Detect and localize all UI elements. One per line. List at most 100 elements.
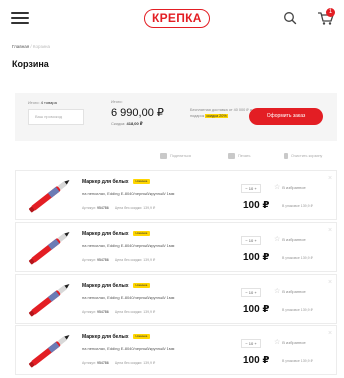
total-label: Итого:: [111, 99, 123, 104]
quantity-value: 10: [248, 290, 254, 295]
quantity-stepper[interactable]: − 10 +: [241, 339, 261, 348]
item-name-text: Маркер для белых: [82, 179, 129, 185]
items-count-line: Итого: 4 товара: [28, 100, 57, 105]
close-icon[interactable]: ×: [326, 330, 334, 338]
item-description: на пенсилах, Edding E-8040/черный/круглы…: [82, 295, 175, 300]
breadcrumb-home[interactable]: Главная: [12, 44, 29, 49]
print-button[interactable]: Печать: [228, 153, 250, 159]
cart-item: Маркер для белых Новинка на пенсилах, Edd…: [15, 170, 337, 220]
item-name[interactable]: Маркер для белых Новинка: [82, 283, 151, 289]
print-label: Печать: [238, 154, 251, 158]
article-number: 954786: [97, 258, 109, 262]
marker-product-image[interactable]: [22, 226, 77, 270]
quantity-value: 10: [248, 186, 254, 191]
site-header: КРЕПКА 1: [0, 0, 344, 36]
add-to-favorites[interactable]: ☆ В избранное: [274, 339, 306, 346]
quantity-value: 10: [248, 341, 254, 346]
item-meta: Артикул: 954786 Цена без скидки: 139,9 ₽: [82, 361, 155, 365]
share-icon: [160, 153, 167, 159]
favorites-label: В избранное: [282, 289, 306, 294]
delivery-note: Бесплатная доставка от 40 000 ₽ и подаро…: [190, 107, 252, 119]
favorites-label: В избранное: [282, 237, 306, 242]
article-number: 954786: [97, 361, 109, 365]
article-number: 954786: [97, 206, 109, 210]
item-name[interactable]: Маркер для белых Новинка: [82, 334, 151, 340]
article-label: Артикул:: [82, 361, 97, 365]
favorites-label: В избранное: [282, 185, 306, 190]
quantity-stepper[interactable]: − 10 +: [241, 288, 261, 297]
price-note: Цена без скидки: 139,9 ₽: [114, 361, 156, 365]
quantity-stepper[interactable]: − 10 +: [241, 236, 261, 245]
trash-icon: [284, 153, 288, 159]
marker-product-image[interactable]: [22, 174, 77, 218]
add-to-favorites[interactable]: ☆ В избранное: [274, 236, 306, 243]
promo-code-input[interactable]: Ваш промокод: [28, 109, 84, 125]
item-meta: Артикул: 954786 Цена без скидки: 139,9 ₽: [82, 310, 155, 314]
order-summary: Итого: 4 товара Ваш промокод Итого: 6 99…: [15, 93, 337, 141]
item-description: на пенсилах, Edding E-8040/черный/круглы…: [82, 243, 175, 248]
cart-item: Маркер для белых Новинка на пенсилах, Edd…: [15, 222, 337, 272]
share-button[interactable]: Поделиться: [160, 153, 191, 159]
site-logo[interactable]: КРЕПКА: [144, 9, 210, 28]
item-name-text: Маркер для белых: [82, 283, 129, 289]
breadcrumb: Главная / Корзина: [12, 44, 50, 49]
article-number: 954786: [97, 310, 109, 314]
new-badge: Новинка: [132, 283, 151, 288]
cart-toolbar: Поделиться Печать Очистить корзину: [0, 153, 344, 163]
pack-price: В упаковке 139,9 ₽: [282, 308, 313, 312]
star-icon: ☆: [274, 236, 281, 243]
checkout-button[interactable]: Оформить заказ: [249, 108, 323, 125]
item-price: 100 ₽: [243, 200, 270, 211]
price-note: Цена без скидки: 139,9 ₽: [114, 258, 156, 262]
discount-value: 418,00 ₽: [126, 121, 143, 126]
add-to-favorites[interactable]: ☆ В избранное: [274, 288, 306, 295]
close-icon[interactable]: ×: [326, 227, 334, 235]
cart-count-badge: 1: [326, 8, 335, 17]
favorites-label: В избранное: [282, 340, 306, 345]
cart-item: Маркер для белых Новинка на пенсилах, Edd…: [15, 325, 337, 375]
quantity-stepper[interactable]: − 10 +: [241, 184, 261, 193]
burger-icon[interactable]: [11, 12, 29, 24]
star-icon: ☆: [274, 339, 281, 346]
add-to-favorites[interactable]: ☆ В избранное: [274, 184, 306, 191]
print-icon: [228, 153, 235, 159]
new-badge: Новинка: [132, 334, 151, 339]
clear-cart-label: Очистить корзину: [291, 154, 323, 158]
new-badge: Новинка: [132, 231, 151, 236]
share-label: Поделиться: [170, 154, 191, 158]
items-count: 4 товара: [40, 100, 57, 105]
article-label: Артикул:: [82, 258, 97, 262]
item-description: на пенсилах, Edding E-8040/черный/круглы…: [82, 346, 175, 351]
marker-product-image[interactable]: [22, 329, 77, 373]
article-label: Артикул:: [82, 206, 97, 210]
item-meta: Артикул: 954786 Цена без скидки: 139,9 ₽: [82, 258, 155, 262]
item-price: 100 ₽: [243, 355, 270, 366]
marker-product-image[interactable]: [22, 278, 77, 322]
item-price: 100 ₽: [243, 252, 270, 263]
pack-price: В упаковке 139,9 ₽: [282, 256, 313, 260]
cart-item: Маркер для белых Новинка на пенсилах, Edd…: [15, 274, 337, 324]
discount-line: Скидка: 418,00 ₽: [111, 121, 143, 126]
price-note: Цена без скидки: 139,9 ₽: [114, 206, 156, 210]
pack-price: В упаковке 139,9 ₽: [282, 204, 313, 208]
discount-label: Скидка:: [111, 121, 126, 126]
item-price: 100 ₽: [243, 304, 270, 315]
search-icon[interactable]: [283, 11, 297, 25]
article-label: Артикул:: [82, 310, 97, 314]
item-name-text: Маркер для белых: [82, 334, 129, 340]
quantity-value: 10: [248, 238, 254, 243]
item-description: на пенсилах, Edding E-8040/черный/круглы…: [82, 191, 175, 196]
item-meta: Артикул: 954786 Цена без скидки: 139,9 ₽: [82, 206, 155, 210]
items-count-label: Итого:: [28, 100, 40, 105]
pack-price: В упаковке 139,9 ₽: [282, 359, 313, 363]
close-icon[interactable]: ×: [326, 175, 334, 183]
close-icon[interactable]: ×: [326, 279, 334, 287]
breadcrumb-current: Корзина: [32, 44, 51, 49]
order-total: 6 990,00 ₽: [111, 107, 164, 119]
clear-cart-button[interactable]: Очистить корзину: [284, 153, 322, 159]
star-icon: ☆: [274, 288, 281, 295]
item-name[interactable]: Маркер для белых Новинка: [82, 231, 151, 237]
delivery-note-highlight: скидка 20%: [205, 114, 228, 118]
item-name-text: Маркер для белых: [82, 231, 129, 237]
item-name[interactable]: Маркер для белых Новинка: [82, 179, 151, 185]
